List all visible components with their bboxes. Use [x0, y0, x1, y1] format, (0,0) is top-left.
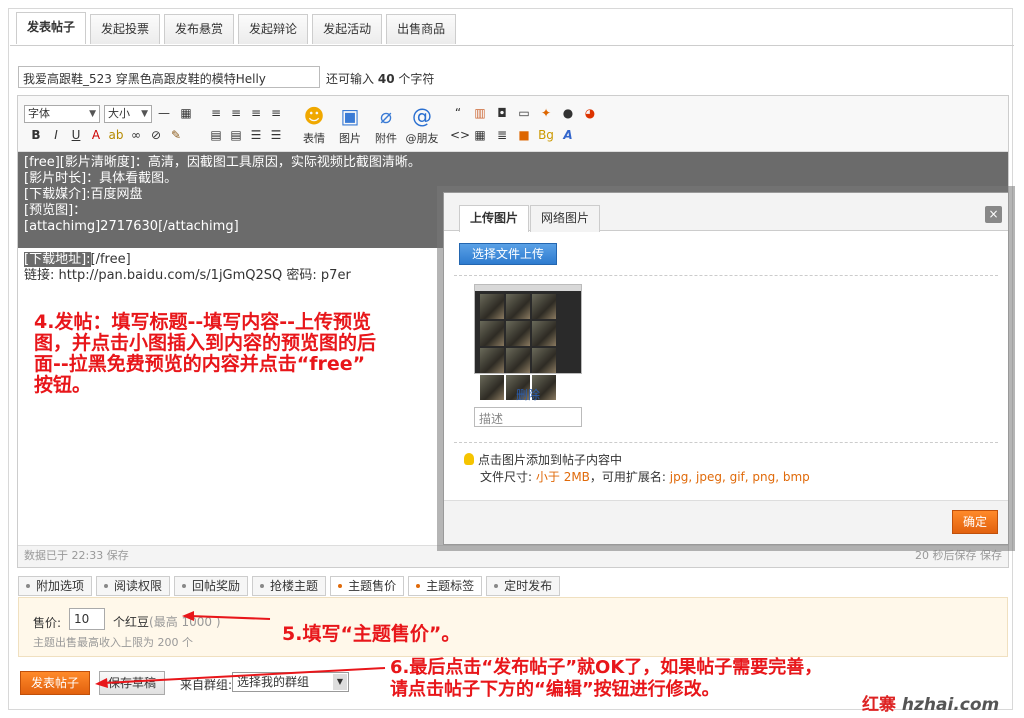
arrowhead-icon	[95, 678, 108, 688]
watermark-mark: 红寨	[862, 695, 896, 715]
watermark-site: hzhai.com	[901, 695, 1000, 715]
annotation-arrows	[95, 611, 386, 688]
site-watermark: 红寨 hzhai.com	[862, 690, 999, 715]
arrow-line	[103, 667, 386, 684]
arrowhead-icon	[182, 611, 194, 621]
arrow-line	[189, 615, 271, 620]
